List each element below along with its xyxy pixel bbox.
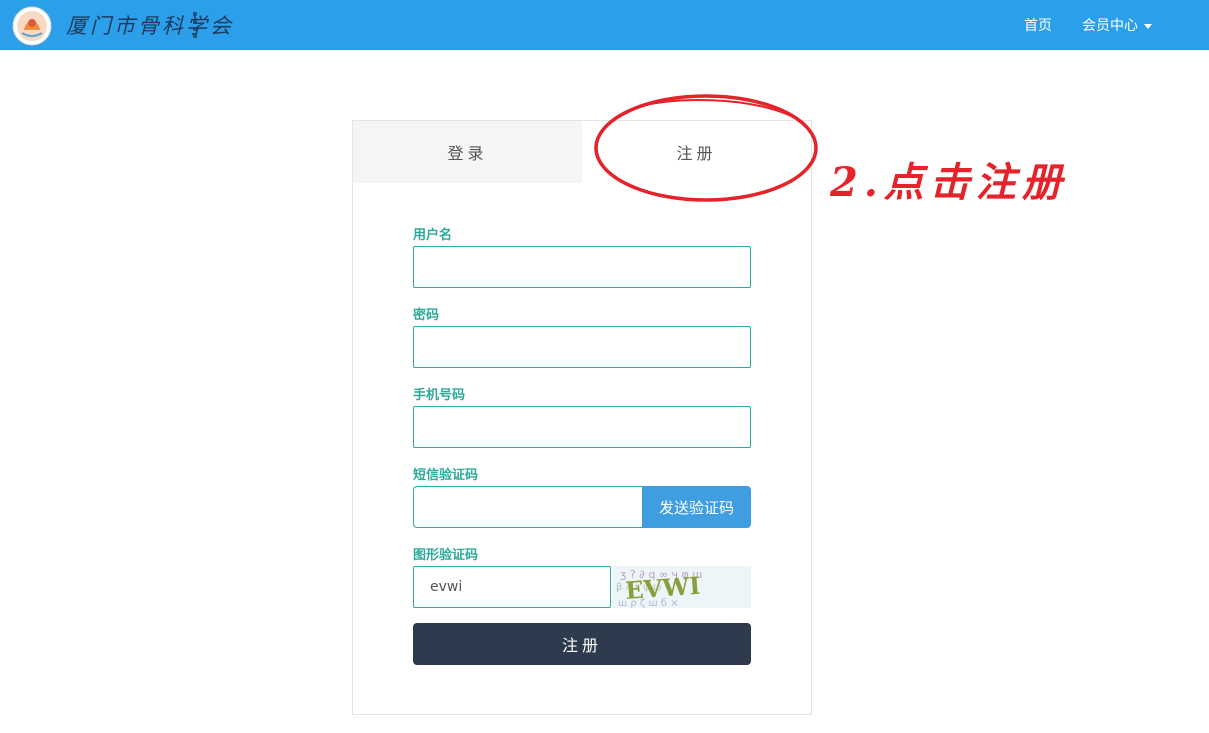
caret-down-icon <box>1144 23 1152 29</box>
captcha-input[interactable] <box>413 566 611 608</box>
society-logo-icon[interactable] <box>12 6 52 46</box>
phone-input[interactable] <box>413 406 751 448</box>
phone-label: 手机号码 <box>413 388 466 403</box>
username-input[interactable] <box>413 246 751 288</box>
sms-code-label: 短信验证码 <box>413 468 479 483</box>
top-navbar: 厦门市骨科学会 首页 会员中心 <box>0 0 1209 50</box>
send-sms-code-button[interactable]: 发送验证码 <box>642 486 751 528</box>
annotation-circle <box>594 94 818 202</box>
tab-login[interactable]: 登录 <box>353 121 582 183</box>
auth-card: 登录 注册 用户名 密码 手机号码 短信验证码 发送验证码 图形验证码 ʒ ? … <box>352 120 812 715</box>
username-label: 用户名 <box>413 228 453 243</box>
captcha-label: 图形验证码 <box>413 548 479 563</box>
nav-home-link[interactable]: 首页 <box>1024 15 1052 35</box>
brand-seal-marks <box>193 12 199 38</box>
nav-member-center-dropdown[interactable]: 会员中心 <box>1082 15 1152 35</box>
register-submit-button[interactable]: 注册 <box>413 623 751 665</box>
brand-title[interactable]: 厦门市骨科学会 <box>66 10 234 40</box>
nav-member-center-label: 会员中心 <box>1082 18 1138 34</box>
password-input[interactable] <box>413 326 751 368</box>
sms-code-input[interactable] <box>413 486 643 528</box>
password-label: 密码 <box>413 308 440 323</box>
captcha-image[interactable]: ʒ ? ∂ q ∞ ч φ ш β λ ε ψ ω ш ρ ζ ш б × EV… <box>612 566 751 608</box>
captcha-glyphs: EVWI <box>624 571 701 605</box>
annotation-instruction-text: 2.点击注册 <box>830 159 1068 206</box>
